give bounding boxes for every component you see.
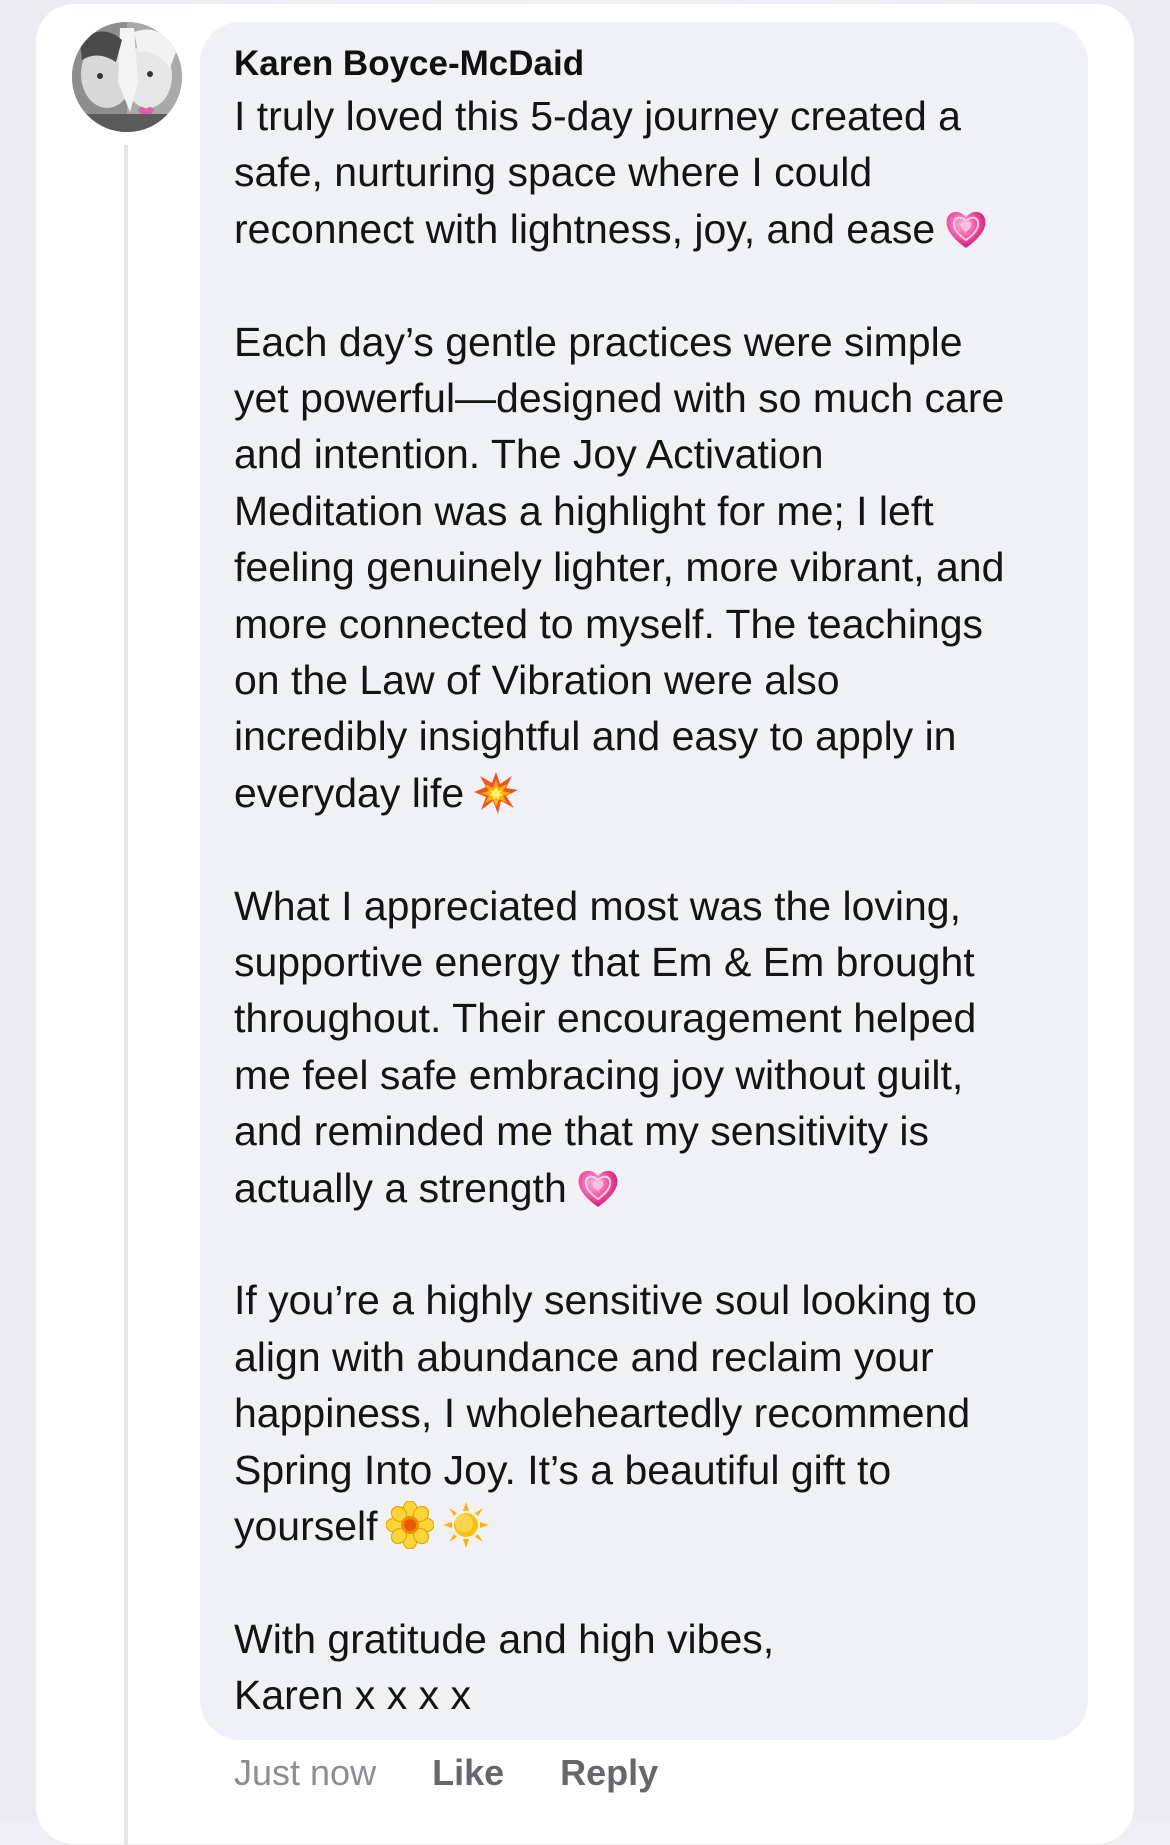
text-line: incredibly insightful and easy to apply … <box>234 713 957 760</box>
text-line: yet powerful—designed with so much care <box>234 375 1005 422</box>
text-line: throughout. Their encouragement helped <box>234 995 977 1042</box>
avatar[interactable] <box>72 22 182 132</box>
text-line: and reminded me that my sensitivity is <box>234 1108 929 1155</box>
text-line: supportive energy that Em & Em brought <box>234 939 975 986</box>
text-line: Meditation was a highlight for me; I lef… <box>234 487 934 534</box>
text-line: on the Law of Vibration were also <box>234 657 840 704</box>
growing-heart-emoji-icon <box>943 206 989 252</box>
text-line: reconnect with lightness, joy, and ease <box>234 201 1074 257</box>
text-line: What I appreciated most was the loving, <box>234 882 961 929</box>
comment-timestamp[interactable]: Just now <box>234 1752 376 1793</box>
text-line: more connected to myself. The teachings <box>234 600 984 647</box>
thread-line <box>124 145 128 1845</box>
text-line: align with abundance and reclaim your <box>234 1333 934 1380</box>
text-line: Each day’s gentle practices were simple <box>234 318 963 365</box>
text-line: yourself <box>234 1498 1074 1554</box>
text-line: happiness, I wholeheartedly recommend <box>234 1390 971 1437</box>
reply-button[interactable]: Reply <box>560 1752 658 1793</box>
text-line: safe, nurturing space where I could <box>234 149 873 196</box>
text-line: Spring Into Joy. It’s a beautiful gift t… <box>234 1446 892 1493</box>
paragraph: What I appreciated most was the loving, … <box>234 878 1074 1216</box>
sun-emoji-icon <box>442 1501 490 1549</box>
text-line: me feel safe embracing joy without guilt… <box>234 1051 964 1098</box>
paragraph: With gratitude and high vibes, Karen x x… <box>234 1611 1074 1724</box>
comment-author[interactable]: Karen Boyce-McDaid <box>234 44 584 84</box>
paragraph: I truly loved this 5-day journey created… <box>234 88 1074 257</box>
text-line: With gratitude and high vibes, <box>234 1615 775 1662</box>
comment-body: I truly loved this 5-day journey created… <box>234 88 1074 1724</box>
blossom-emoji-icon <box>385 1501 434 1550</box>
text-line-content: yourself <box>234 1503 378 1550</box>
text-line: everyday life <box>234 765 1074 821</box>
text-line: actually a strength <box>234 1160 1074 1216</box>
text-line-content: actually a strength <box>234 1164 567 1211</box>
text-line-content: reconnect with lightness, joy, and ease <box>234 205 936 252</box>
collision-emoji-icon <box>472 770 520 816</box>
paragraph: Each day’s gentle practices were simple … <box>234 314 1074 822</box>
text-line-content: everyday life <box>234 769 465 816</box>
text-line: Karen x x x x <box>234 1672 471 1719</box>
text-line: I truly loved this 5-day journey created… <box>234 93 961 139</box>
text-line: and intention. The Joy Activation <box>234 431 824 478</box>
growing-heart-emoji-icon <box>575 1165 621 1211</box>
text-line: feeling genuinely lighter, more vibrant,… <box>234 544 1005 591</box>
comment-actions: Just now Like Reply <box>234 1752 704 1794</box>
like-button[interactable]: Like <box>432 1752 504 1793</box>
text-line: If you’re a highly sensitive soul lookin… <box>234 1277 977 1324</box>
paragraph: If you’re a highly sensitive soul lookin… <box>234 1272 1074 1554</box>
